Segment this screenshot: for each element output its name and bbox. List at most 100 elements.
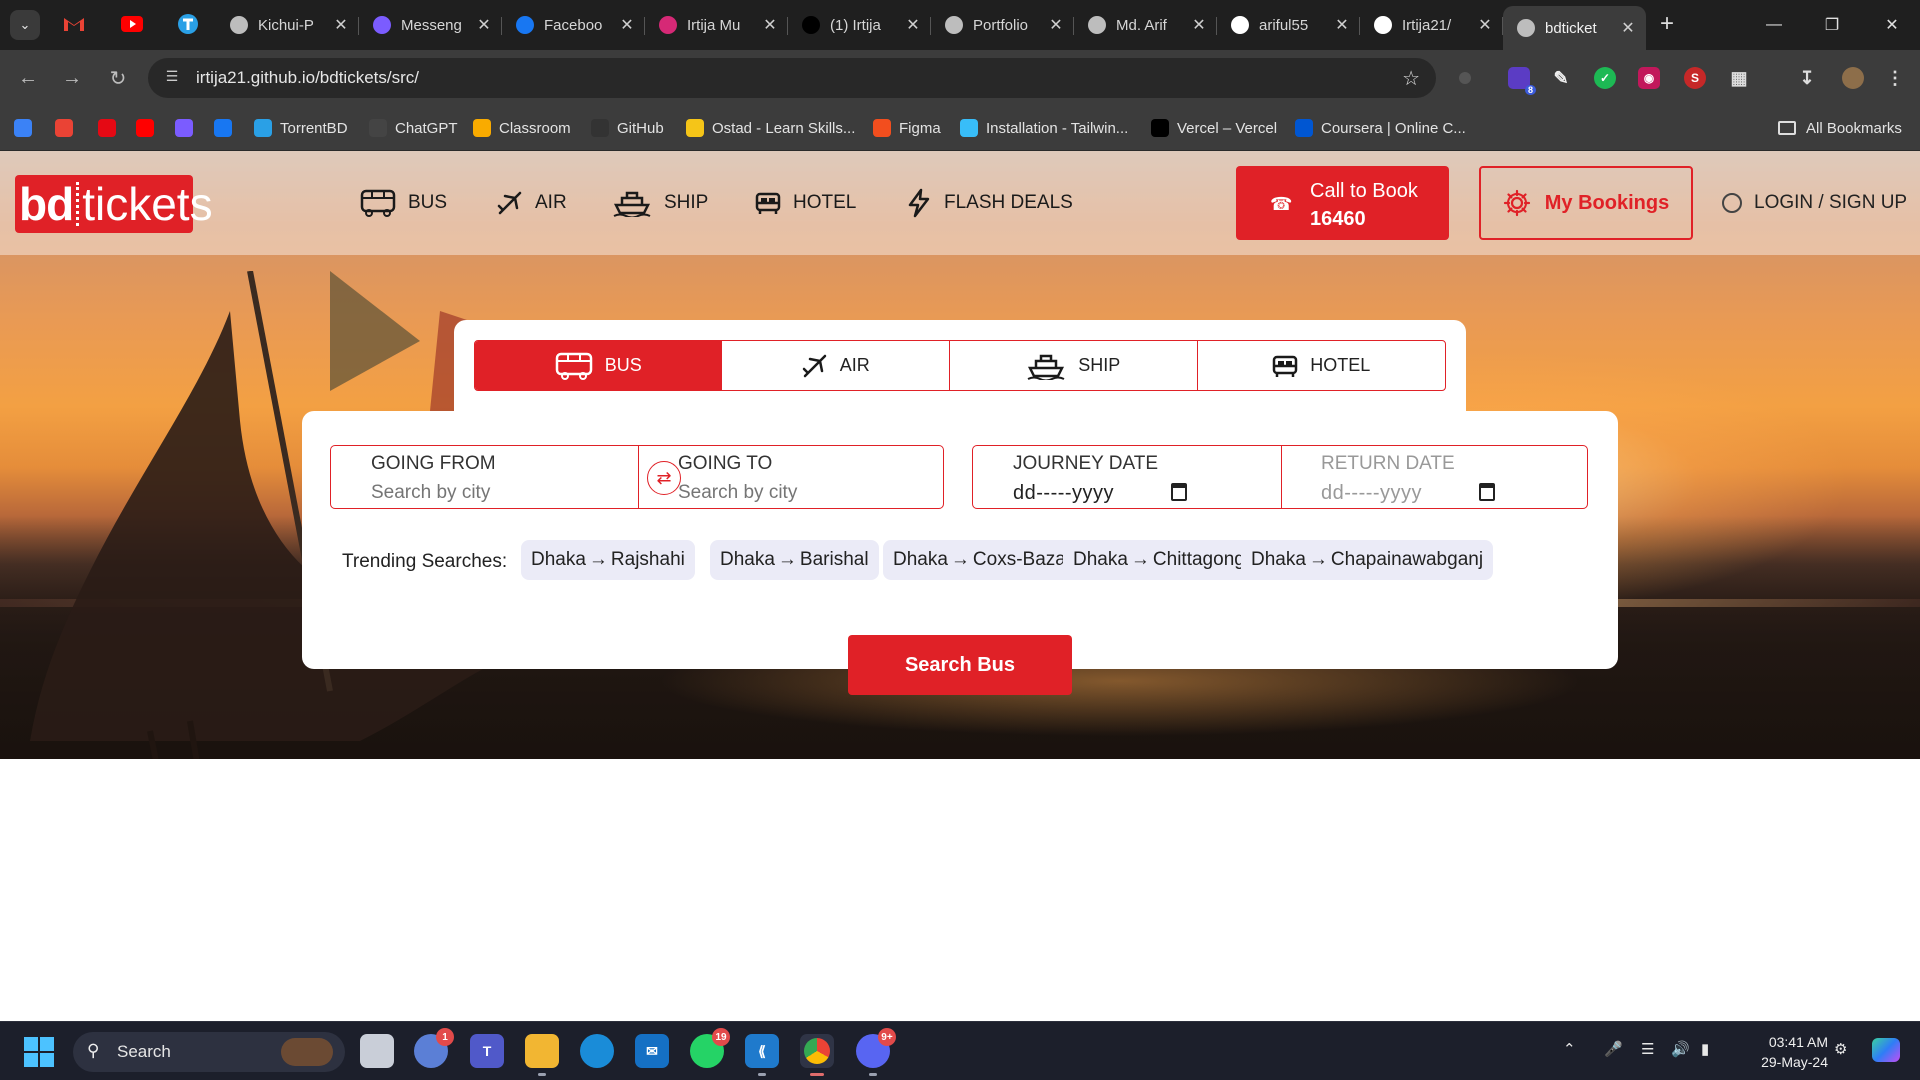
back-icon[interactable]: ← [14, 64, 42, 92]
tab-search-button[interactable]: ⌄ [10, 10, 40, 40]
bookmark-item[interactable] [98, 117, 124, 139]
going-from-input[interactable] [371, 482, 591, 504]
bdtickets-logo[interactable]: bd tickets [15, 175, 213, 233]
calendar-icon[interactable] [1479, 483, 1495, 501]
going-to-input[interactable] [678, 482, 898, 504]
extensions-puzzle-icon[interactable]: ▦ [1728, 67, 1750, 89]
all-bookmarks-folder[interactable]: All Bookmarks [1778, 117, 1902, 139]
settings-gear-icon[interactable]: ⚙ [1834, 1040, 1847, 1058]
address-bar-url[interactable]: irtija21.github.io/bdtickets/src/ [196, 68, 419, 88]
bookmark-item[interactable]: ChatGPT [369, 117, 458, 139]
tab-close-icon[interactable]: ✕ [1477, 15, 1493, 35]
gmail-pinned-tab[interactable] [62, 12, 86, 36]
mode-tab-air[interactable]: AIR [722, 341, 951, 390]
whatsapp-icon[interactable]: 19 [690, 1028, 730, 1068]
journey-date-field[interactable]: JOURNEY DATE dd-----yyyy [973, 446, 1281, 508]
eyedropper-icon[interactable]: ✎ [1550, 67, 1572, 89]
extension-purple-icon[interactable]: 8 [1508, 67, 1536, 95]
nav-bus[interactable]: BUS [360, 185, 447, 221]
task-view-icon[interactable] [360, 1034, 394, 1068]
bookmark-item[interactable]: Coursera | Online C... [1295, 117, 1466, 139]
browser-tab[interactable]: Md. Arif ✕ [1074, 6, 1217, 44]
wifi-icon[interactable]: ☰ [1641, 1040, 1654, 1058]
bookmark-star-icon[interactable]: ☆ [1402, 66, 1420, 91]
battery-icon[interactable]: ▮ [1701, 1040, 1709, 1058]
download-icon[interactable]: ↧ [1796, 67, 1818, 89]
return-date-input[interactable]: dd-----yyyy [1321, 482, 1422, 505]
discord-icon[interactable]: 9+ [856, 1028, 896, 1076]
browser-tab[interactable]: Faceboo ✕ [502, 6, 645, 44]
trending-route-chip[interactable]: Dhaka → Chapainawabganj [1241, 540, 1494, 580]
trending-route-chip[interactable]: Dhaka → Rajshahi [521, 540, 695, 580]
bookmark-item[interactable]: TorrentBD [254, 117, 348, 139]
edge-icon[interactable] [580, 1034, 614, 1068]
teams-icon[interactable]: T [470, 1034, 504, 1068]
going-to-field[interactable]: GOING TO [638, 446, 945, 508]
browser-tab[interactable]: Portfolio ✕ [931, 6, 1074, 44]
bookmark-item[interactable]: Ostad - Learn Skills... [686, 117, 855, 139]
nav-air[interactable]: AIR [497, 185, 567, 221]
reload-icon[interactable]: ↻ [104, 64, 132, 92]
browser-tab[interactable]: ariful55 ✕ [1217, 6, 1360, 44]
youtube-pinned-tab[interactable] [120, 12, 144, 36]
site-info-icon[interactable]: ☰ [162, 68, 182, 88]
start-button[interactable] [24, 1037, 54, 1067]
torrentbd-pinned-tab[interactable] [176, 12, 200, 36]
chrome-icon[interactable] [800, 1034, 834, 1076]
tab-close-icon[interactable]: ✕ [476, 15, 492, 35]
journey-date-input[interactable]: dd-----yyyy [1013, 482, 1114, 505]
restore-window-button[interactable]: ❐ [1804, 0, 1860, 50]
trending-route-chip[interactable]: Dhaka → Coxs-Bazar [883, 540, 1083, 580]
weather-icon[interactable]: 1 [414, 1028, 454, 1068]
calendar-icon[interactable] [1171, 483, 1187, 501]
clock[interactable]: 03:41 AM 29-May-24 [1740, 1032, 1828, 1072]
new-tab-button[interactable]: + [1652, 10, 1682, 40]
bookmark-item[interactable] [136, 117, 162, 139]
grammar-extension-icon[interactable]: ✓ [1594, 67, 1616, 89]
bookmark-item[interactable]: Figma [873, 117, 941, 139]
going-from-field[interactable]: GOING FROM [331, 446, 638, 508]
profile-avatar[interactable] [1842, 67, 1864, 89]
bookmark-item[interactable] [14, 117, 40, 139]
address-bar[interactable]: ☰ irtija21.github.io/bdtickets/src/ ☆ [148, 58, 1436, 98]
microphone-icon[interactable]: 🎤 [1604, 1040, 1623, 1058]
nav-ship[interactable]: SHIP [612, 185, 708, 221]
my-bookings-button[interactable]: My Bookings [1479, 166, 1693, 240]
return-date-field[interactable]: RETURN DATE dd-----yyyy [1281, 446, 1589, 508]
bookmark-item[interactable] [214, 117, 240, 139]
screenshot-extension-icon[interactable]: ◉ [1638, 67, 1660, 89]
tab-close-icon[interactable]: ✕ [1191, 15, 1207, 35]
bookmark-item[interactable]: Classroom [473, 117, 571, 139]
tab-close-icon[interactable]: ✕ [333, 15, 349, 35]
show-hidden-icons-icon[interactable]: ⌃ [1563, 1040, 1576, 1058]
volume-icon[interactable]: 🔊 [1671, 1040, 1690, 1058]
browser-tab[interactable]: bdticket ✕ [1503, 6, 1646, 50]
mode-tab-hotel[interactable]: HOTEL [1198, 341, 1445, 390]
tab-close-icon[interactable]: ✕ [1048, 15, 1064, 35]
tab-close-icon[interactable]: ✕ [762, 15, 778, 35]
forward-icon[interactable]: → [58, 64, 86, 92]
chrome-menu-icon[interactable]: ⋮ [1884, 67, 1906, 89]
trending-route-chip[interactable]: Dhaka → Chittagong [1063, 540, 1255, 580]
trending-route-chip[interactable]: Dhaka → Barishal [710, 540, 879, 580]
vscode-icon[interactable]: ⟪ [745, 1034, 779, 1076]
copilot-icon[interactable] [1872, 1038, 1900, 1062]
minimize-window-button[interactable]: — [1746, 0, 1802, 50]
close-window-button[interactable]: ✕ [1864, 0, 1920, 50]
browser-tab[interactable]: (1) Irtija ✕ [788, 6, 931, 44]
call-to-book-button[interactable]: ☎ Call to Book 16460 [1236, 166, 1449, 240]
tab-close-icon[interactable]: ✕ [1620, 18, 1636, 38]
bookmark-item[interactable]: Vercel – Vercel [1151, 117, 1277, 139]
bookmark-item[interactable] [175, 117, 201, 139]
mode-tab-ship[interactable]: SHIP [950, 341, 1198, 390]
seo-extension-icon[interactable]: S [1684, 67, 1706, 89]
tab-close-icon[interactable]: ✕ [1334, 15, 1350, 35]
mode-tab-bus[interactable]: BUS [475, 341, 723, 390]
extension-dot-icon[interactable] [1459, 72, 1471, 84]
taskbar-search[interactable]: ⚲ Search [73, 1032, 345, 1072]
tab-close-icon[interactable]: ✕ [905, 15, 921, 35]
browser-tab[interactable]: Irtija21/ ✕ [1360, 6, 1503, 44]
bookmark-item[interactable]: Installation - Tailwin... [960, 117, 1128, 139]
browser-tab[interactable]: Messeng ✕ [359, 6, 502, 44]
mail-icon[interactable]: ✉ [635, 1034, 669, 1068]
